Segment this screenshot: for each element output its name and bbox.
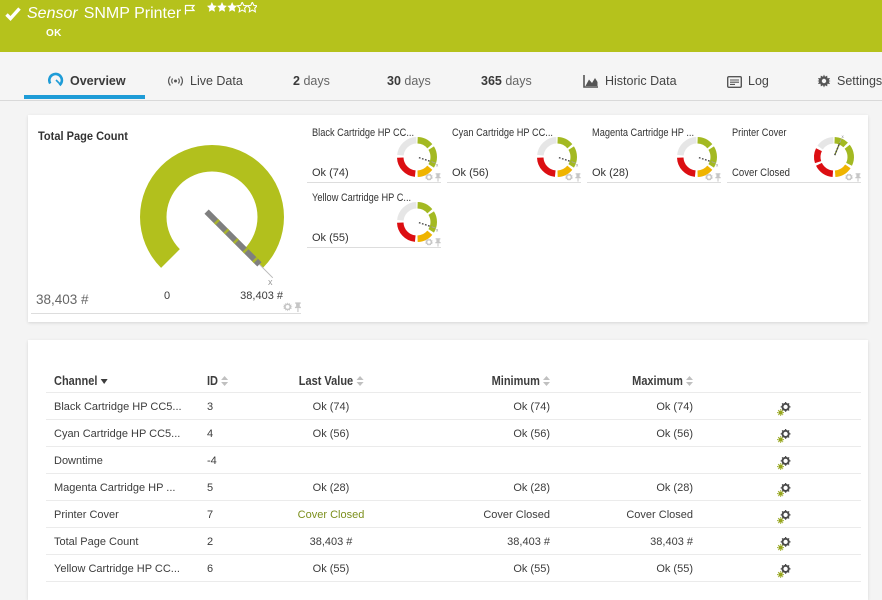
svg-text:x: x — [842, 135, 845, 139]
svg-text:x: x — [436, 163, 439, 168]
svg-text:x: x — [716, 163, 719, 168]
svg-text:x: x — [268, 277, 273, 287]
svg-text:x: x — [576, 163, 579, 168]
svg-text:x: x — [436, 228, 439, 233]
